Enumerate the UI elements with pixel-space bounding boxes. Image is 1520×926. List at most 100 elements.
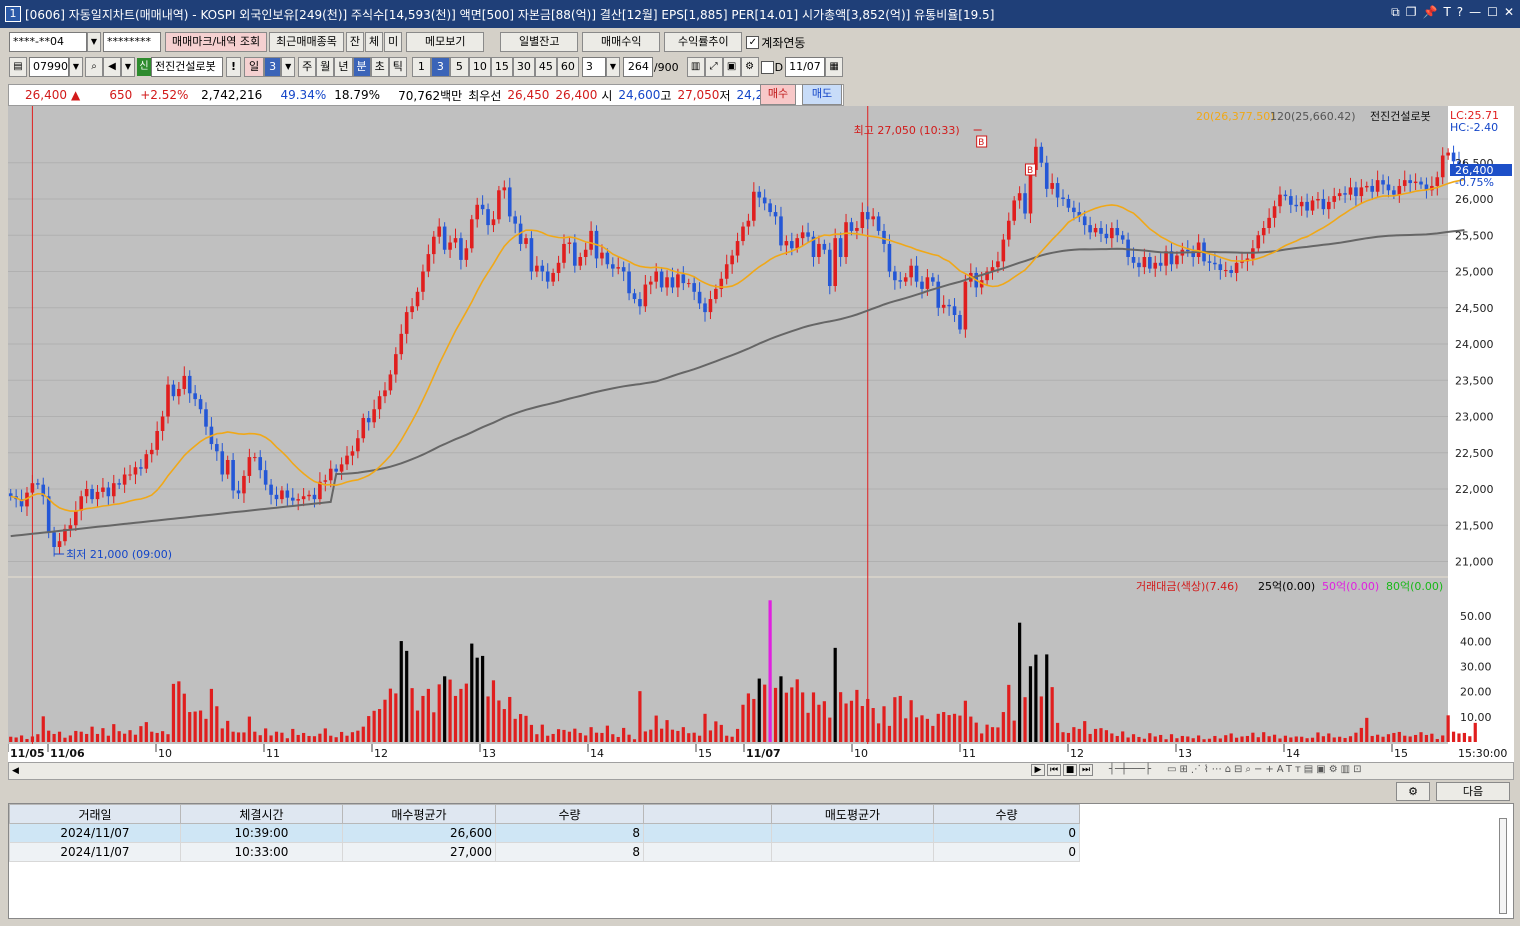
scroll-right-icon[interactable]: ▶ <box>1031 764 1045 776</box>
minute-5-button[interactable]: 5 <box>449 57 469 77</box>
mi-button[interactable]: 미 <box>384 32 403 52</box>
minute-15-button[interactable]: 15 <box>490 57 513 77</box>
period-tick-button[interactable]: 틱 <box>388 57 407 77</box>
layout-icon[interactable]: ▤ <box>9 57 27 77</box>
d-checkbox[interactable] <box>760 60 774 74</box>
alert-button[interactable]: ! <box>226 57 242 77</box>
speaker-dropdown-icon[interactable]: ▼ <box>121 57 135 77</box>
y-tick-label: 21,500 <box>1455 519 1494 532</box>
volume-bar <box>1300 736 1304 742</box>
sell-button[interactable]: 매도 <box>802 84 842 105</box>
custom-minute-field[interactable]: 3 <box>581 57 606 77</box>
date-field[interactable]: 11/07 <box>785 57 826 77</box>
candle-body <box>1148 257 1152 269</box>
volume-bar <box>274 731 279 742</box>
col-trade-date[interactable]: 거래일 <box>9 804 181 824</box>
period-year-button[interactable]: 년 <box>334 57 353 77</box>
volume-bar <box>302 732 306 742</box>
col-sell-avg[interactable]: 매도평균가 <box>771 804 934 824</box>
period-week-button[interactable]: 주 <box>298 57 317 77</box>
volume-bar <box>719 724 723 742</box>
link-icon[interactable]: ⧉ <box>1391 5 1400 20</box>
volume-bar <box>486 696 490 742</box>
candle-body <box>1093 228 1098 233</box>
indicator-icon[interactable]: ▥ <box>686 57 705 77</box>
copy-icon[interactable]: ❐ <box>1406 5 1417 20</box>
candle-body <box>339 464 344 472</box>
table-row[interactable]: 2024/11/07 10:39:00 26,600 8 0 <box>9 823 1080 843</box>
minute-3-button[interactable]: 3 <box>430 57 450 77</box>
minute-10-button[interactable]: 10 <box>468 57 491 77</box>
candle-body <box>963 281 968 330</box>
checkbox-checked-icon[interactable]: ✓ <box>746 35 760 49</box>
help-icon[interactable]: ? <box>1457 5 1463 20</box>
cell-date: 2024/11/07 <box>9 823 181 843</box>
gear-icon[interactable]: ⚙ <box>740 57 759 77</box>
speaker-icon[interactable]: ◀ <box>103 57 121 77</box>
chart-area[interactable]: 20(26,377.50) 120(25,660.42) 전진건설로봇 최고 27,0… <box>7 106 1514 766</box>
volume-tick-label: 30.00 <box>1460 660 1492 673</box>
minute-45-button[interactable]: 45 <box>534 57 557 77</box>
trade-profit-button[interactable]: 매매수익 <box>582 32 661 52</box>
candle-body <box>925 277 930 289</box>
daily-balance-button[interactable]: 일별잔고 <box>500 32 579 52</box>
volume-bar <box>1229 733 1233 742</box>
col-buy-qty[interactable]: 수량 <box>495 804 644 824</box>
pin-icon[interactable]: 📌 <box>1423 5 1438 20</box>
col-sell-qty[interactable]: 수량 <box>933 804 1080 824</box>
day-count-field[interactable]: 3 <box>264 57 282 77</box>
candle-body <box>621 267 626 272</box>
candlestick-chart[interactable]: 20(26,377.50)120(25,660.42) 전진건설로봇최고 27,0… <box>7 106 1514 766</box>
stop-icon[interactable]: ■ <box>1063 764 1077 776</box>
custom-minute-dropdown-icon[interactable]: ▼ <box>605 57 620 77</box>
che-button[interactable]: 체 <box>365 32 384 52</box>
candle-body <box>388 374 393 391</box>
period-second-button[interactable]: 초 <box>370 57 389 77</box>
drawing-tools-icon[interactable]: ▭⊞⋰⌇⋯⌂⊟⌕−+ATᴛ▤▣⚙▥⊡ <box>1167 764 1364 776</box>
volume-bar <box>876 723 881 742</box>
candle-body <box>290 497 295 501</box>
save-icon[interactable]: ▣ <box>722 57 741 77</box>
stock-code-input[interactable]: 079900 <box>29 57 69 77</box>
next-button[interactable]: 다음 <box>1436 782 1510 801</box>
volume-bar <box>1077 728 1081 742</box>
rewind-icon[interactable]: ⏮ <box>1047 764 1061 776</box>
jan-button[interactable]: 잔 <box>345 32 365 52</box>
font-icon[interactable]: T <box>1443 5 1450 20</box>
period-day-button[interactable]: 일 <box>244 57 265 77</box>
profit-rate-button[interactable]: 수익률추이 <box>664 32 743 52</box>
minute-1-button[interactable]: 1 <box>411 57 431 77</box>
candle-body <box>996 261 1000 268</box>
settings-icon[interactable]: ⚙ <box>1396 782 1430 801</box>
tool-icon[interactable]: ⤢ <box>704 57 723 77</box>
minute-30-button[interactable]: 30 <box>512 57 535 77</box>
maximize-icon[interactable]: ☐ <box>1487 5 1498 20</box>
minute-60-button[interactable]: 60 <box>556 57 579 77</box>
calendar-icon[interactable]: ▦ <box>825 57 844 77</box>
mark-query-button[interactable]: 매매마크/내역 조회 <box>165 32 268 52</box>
scroll-left-icon[interactable]: ◀ <box>12 766 19 776</box>
grid-scrollbar[interactable] <box>1499 818 1507 914</box>
buy-button[interactable]: 매수 <box>760 84 796 105</box>
close-icon[interactable]: ✕ <box>1504 5 1514 20</box>
minimize-icon[interactable]: — <box>1469 5 1481 20</box>
fast-forward-icon[interactable]: ⏭ <box>1079 764 1093 776</box>
table-row[interactable]: 2024/11/07 10:33:00 27,000 8 0 <box>9 842 1080 862</box>
account-field[interactable]: ****-**04 <box>9 32 87 52</box>
stock-name-field[interactable]: 전진건설로봇 <box>151 57 223 77</box>
account-link-checkbox[interactable]: ✓ 계좌연동 <box>746 34 805 51</box>
password-field[interactable]: ******** <box>103 32 161 52</box>
zoom-slider[interactable]: ┤─┼───├ <box>1095 764 1165 776</box>
recent-trades-button[interactable]: 최근매매종목 <box>269 32 344 52</box>
day-count-dropdown-icon[interactable]: ▼ <box>281 57 296 77</box>
period-minute-button[interactable]: 분 <box>352 57 371 77</box>
volume-bar <box>394 693 398 742</box>
period-month-button[interactable]: 월 <box>316 57 335 77</box>
col-exec-time[interactable]: 체결시간 <box>180 804 343 824</box>
search-icon[interactable]: ⌕ <box>85 57 103 77</box>
col-buy-avg[interactable]: 매수평균가 <box>342 804 496 824</box>
code-dropdown-icon[interactable]: ▼ <box>69 57 83 77</box>
count-field[interactable]: 264 <box>622 57 653 77</box>
memo-button[interactable]: 메모보기 <box>406 32 485 52</box>
account-dropdown-icon[interactable]: ▼ <box>87 32 101 52</box>
